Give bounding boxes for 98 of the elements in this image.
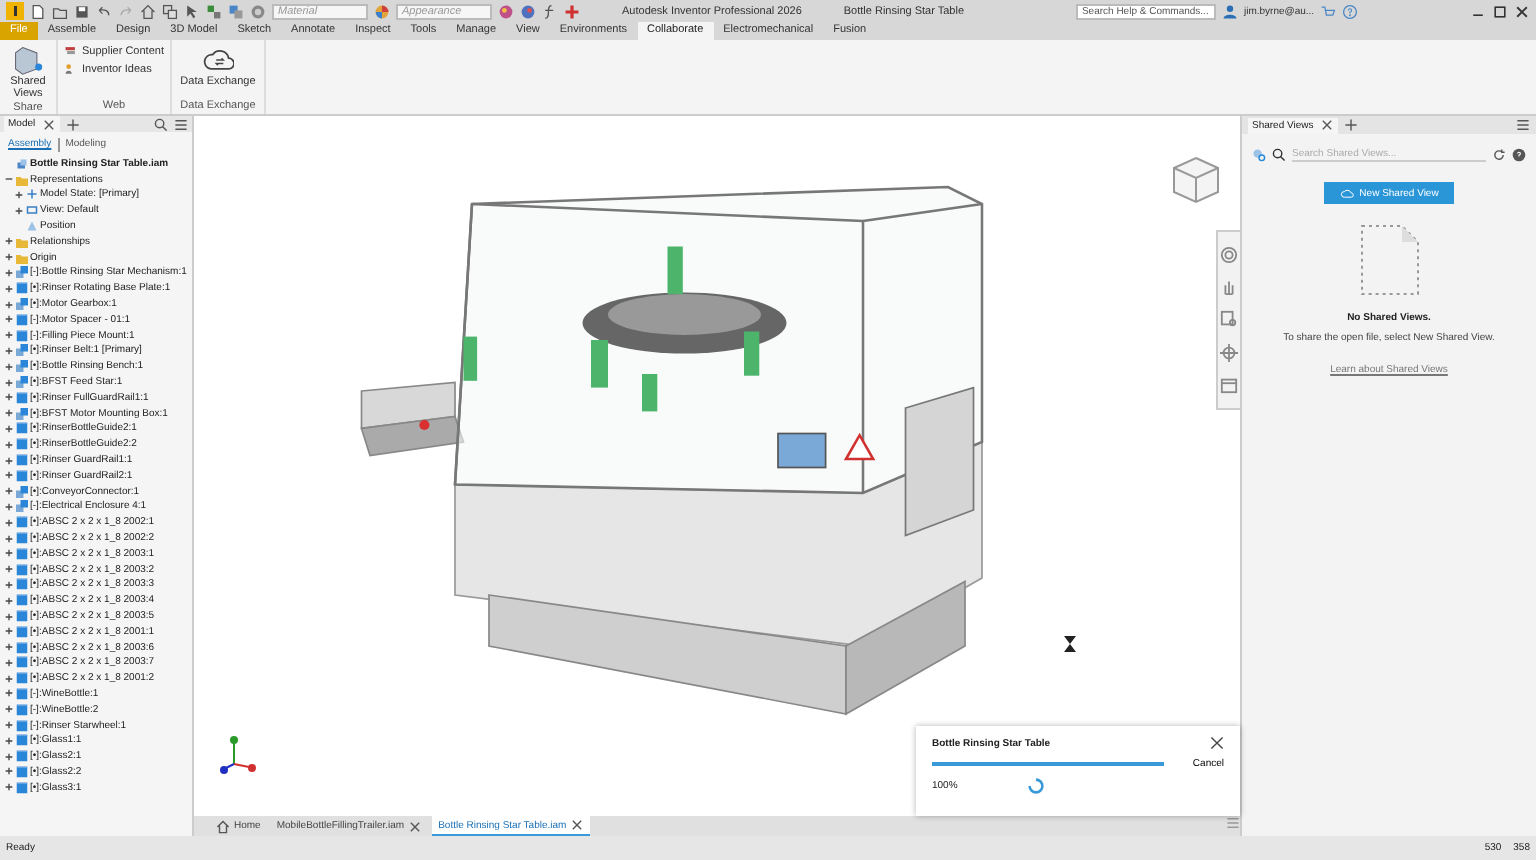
- expand-icon[interactable]: [4, 455, 14, 466]
- expand-icon[interactable]: [4, 345, 14, 356]
- expand-icon[interactable]: [4, 283, 14, 294]
- cube-icon: [16, 594, 28, 607]
- expand-icon[interactable]: [4, 657, 14, 668]
- expand-icon[interactable]: [4, 735, 14, 746]
- function-icon[interactable]: [542, 3, 558, 19]
- spinner-icon: [1028, 778, 1044, 794]
- close-icon[interactable]: [1319, 118, 1334, 132]
- help-icon[interactable]: [1512, 147, 1526, 161]
- assembly-icon: [16, 407, 28, 420]
- cart-icon[interactable]: [1320, 3, 1337, 19]
- expand-icon[interactable]: [4, 751, 14, 762]
- assembly-icon: [16, 298, 28, 311]
- cloud-upload-icon: [1339, 186, 1354, 200]
- home-icon: [216, 819, 230, 833]
- assembly-icon: [16, 157, 28, 170]
- search-icon[interactable]: [154, 117, 168, 131]
- close-button[interactable]: [1210, 736, 1224, 750]
- hourglass-icon: [1064, 636, 1076, 652]
- document-icon: [1357, 222, 1421, 298]
- search-icon: [1272, 147, 1286, 161]
- expand-icon[interactable]: [4, 423, 14, 434]
- expand-icon[interactable]: [4, 782, 14, 793]
- expand-icon[interactable]: [4, 688, 14, 699]
- expand-icon[interactable]: [4, 252, 14, 263]
- expand-icon[interactable]: [4, 720, 14, 731]
- zoom-page-icon[interactable]: [1220, 310, 1238, 329]
- cube-icon: [16, 329, 28, 342]
- save-icon[interactable]: [74, 3, 90, 19]
- expand-icon[interactable]: [14, 205, 24, 216]
- close-icon[interactable]: [41, 117, 56, 131]
- expand-icon[interactable]: [4, 673, 14, 684]
- cube-icon: [16, 625, 28, 638]
- cube-icon: [16, 391, 28, 404]
- parts-icon[interactable]: [206, 3, 222, 19]
- expand-icon[interactable]: [4, 501, 14, 512]
- assembly-icon: [16, 266, 28, 279]
- collapse-icon[interactable]: [4, 174, 14, 185]
- expand-icon[interactable]: [4, 377, 14, 388]
- close-icon: [408, 819, 423, 833]
- color-wheel-icon[interactable]: [374, 3, 390, 19]
- cube-icon: [16, 313, 28, 326]
- cloud-exchange-icon: [201, 44, 234, 76]
- cube-icon: [16, 516, 28, 529]
- view-cube-icon[interactable]: [1168, 152, 1224, 208]
- plus-icon[interactable]: [564, 3, 580, 19]
- menu-icon[interactable]: [1516, 118, 1530, 132]
- select-icon[interactable]: [184, 3, 200, 19]
- cube-icon: [16, 610, 28, 622]
- cube-icon: [16, 438, 28, 451]
- home-icon[interactable]: [140, 3, 156, 19]
- close-icon: [570, 818, 585, 832]
- expand-icon[interactable]: [4, 626, 14, 637]
- maximize-icon[interactable]: [1492, 3, 1508, 19]
- plus-icon[interactable]: [1343, 118, 1358, 132]
- expand-icon[interactable]: [4, 470, 14, 481]
- person-idea-icon: [64, 62, 78, 76]
- expand-icon[interactable]: [4, 611, 14, 621]
- expand-icon[interactable]: [4, 408, 14, 419]
- expand-icon[interactable]: [4, 642, 14, 653]
- expand-icon[interactable]: [4, 486, 14, 497]
- expand-icon[interactable]: [4, 314, 14, 325]
- expand-icon[interactable]: [4, 579, 14, 590]
- expand-icon[interactable]: [4, 330, 14, 341]
- expand-icon[interactable]: [4, 361, 14, 372]
- close-icon[interactable]: [1514, 3, 1530, 19]
- layers-icon[interactable]: [228, 3, 244, 19]
- refresh-icon[interactable]: [1492, 147, 1506, 161]
- expand-icon[interactable]: [4, 564, 14, 575]
- expand-icon[interactable]: [4, 392, 14, 403]
- expand-icon[interactable]: [4, 766, 14, 777]
- expand-icon[interactable]: [4, 517, 14, 528]
- expand-icon[interactable]: [4, 439, 14, 450]
- expand-icon[interactable]: [4, 595, 14, 606]
- cube-icon: [16, 703, 28, 716]
- cube-share-icon: [12, 44, 44, 76]
- letter-i-icon: [8, 4, 22, 18]
- user-icon[interactable]: [1221, 3, 1238, 19]
- expand-icon[interactable]: [4, 533, 14, 544]
- boxes-icon: [64, 44, 78, 58]
- expand-icon[interactable]: [4, 704, 14, 715]
- app-logo-icon[interactable]: [6, 2, 24, 20]
- folder-icon: [16, 173, 28, 186]
- cube-icon: [16, 282, 28, 295]
- plus-icon[interactable]: [65, 117, 80, 131]
- expand-icon[interactable]: [4, 548, 14, 559]
- close-icon: [1210, 736, 1224, 750]
- copy-icon[interactable]: [162, 3, 178, 19]
- cube-icon: [16, 422, 28, 435]
- expand-icon[interactable]: [4, 267, 14, 278]
- cube-icon: [16, 781, 28, 794]
- expand-icon[interactable]: [14, 189, 24, 200]
- undo-icon[interactable]: [96, 3, 112, 19]
- open-folder-icon[interactable]: [52, 3, 68, 19]
- expand-icon[interactable]: [4, 236, 14, 247]
- menu-icon[interactable]: [174, 117, 188, 131]
- expand-icon[interactable]: [4, 299, 14, 310]
